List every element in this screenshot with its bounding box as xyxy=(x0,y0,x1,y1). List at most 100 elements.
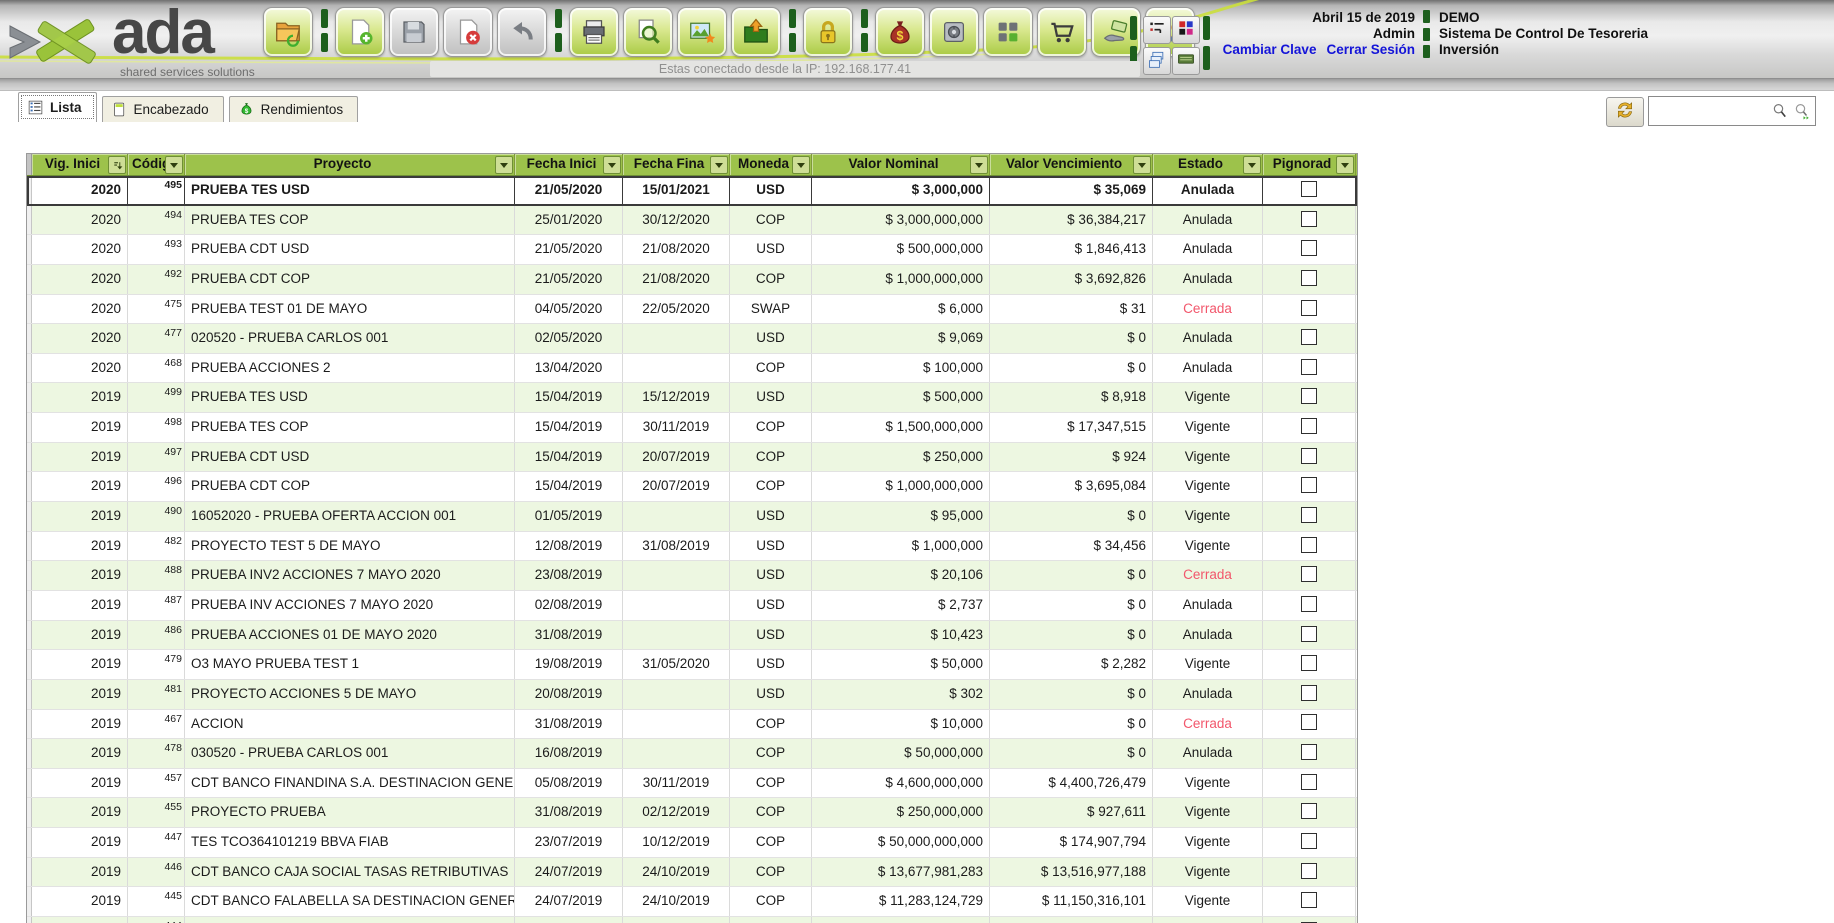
toolbar-delete-document-button[interactable] xyxy=(443,7,493,57)
toolbar-import-folder-button[interactable] xyxy=(731,7,781,57)
pignorado-checkbox[interactable] xyxy=(1301,566,1317,582)
table-row[interactable]: 2019455PROYECTO PRUEBA31/08/201902/12/20… xyxy=(27,798,1357,828)
table-row[interactable]: 201949016052020 - PRUEBA OFERTA ACCION 0… xyxy=(27,502,1357,532)
pignorado-checkbox[interactable] xyxy=(1301,477,1317,493)
column-header-fecha_fin[interactable]: Fecha Fina xyxy=(623,154,730,175)
pignorado-checkbox[interactable] xyxy=(1301,359,1317,375)
table-row[interactable]: 2020493PRUEBA CDT USD21/05/202021/08/202… xyxy=(27,235,1357,265)
pignorado-checkbox[interactable] xyxy=(1301,863,1317,879)
pignorado-checkbox[interactable] xyxy=(1301,714,1317,730)
pignorado-checkbox[interactable] xyxy=(1301,270,1317,286)
pignorado-checkbox[interactable] xyxy=(1301,240,1317,256)
column-header-estado[interactable]: Estado xyxy=(1153,154,1263,175)
pignorado-checkbox[interactable] xyxy=(1301,655,1317,671)
filter-dropdown-button[interactable] xyxy=(1336,156,1354,174)
filter-dropdown-button[interactable] xyxy=(1133,156,1151,174)
toolbar-export-image-button[interactable] xyxy=(677,7,727,57)
table-row[interactable]: 2019486PRUEBA ACCIONES 01 DE MAYO 202031… xyxy=(27,621,1357,651)
toolbar-safe-button[interactable] xyxy=(929,7,979,57)
column-header-proyecto[interactable]: Proyecto xyxy=(185,154,515,175)
tab-encabezado[interactable]: Encabezado xyxy=(102,96,224,122)
filter-dropdown-button[interactable] xyxy=(603,156,621,174)
pignorado-checkbox[interactable] xyxy=(1301,803,1317,819)
pignorado-checkbox[interactable] xyxy=(1301,507,1317,523)
pignorado-checkbox[interactable] xyxy=(1301,211,1317,227)
table-row[interactable]: 2019488PRUEBA INV2 ACCIONES 7 MAYO 20202… xyxy=(27,561,1357,591)
column-header-valor_vencimiento[interactable]: Valor Vencimiento xyxy=(990,154,1153,175)
search-input[interactable] xyxy=(1649,100,1771,122)
column-header-vig[interactable]: Vig. Inici xyxy=(32,154,128,175)
filter-dropdown-button[interactable] xyxy=(1243,156,1261,174)
table-row[interactable]: 2019444CDT BANCO ITAU FIAB24/07/201924/1… xyxy=(27,917,1357,923)
column-header-pignorado[interactable]: Pignorad xyxy=(1263,154,1356,175)
table-row[interactable]: 2019457CDT BANCO FINANDINA S.A. DESTINAC… xyxy=(27,769,1357,799)
filter-dropdown-button[interactable] xyxy=(792,156,810,174)
table-row[interactable]: 2019499PRUEBA TES USD15/04/201915/12/201… xyxy=(27,383,1357,413)
table-row[interactable]: 2020477020520 - PRUEBA CARLOS 00102/05/2… xyxy=(27,324,1357,354)
pignorado-checkbox[interactable] xyxy=(1301,626,1317,642)
pignorado-checkbox[interactable] xyxy=(1301,329,1317,345)
pignorado-checkbox[interactable] xyxy=(1301,774,1317,790)
table-row[interactable]: 2019497PRUEBA CDT USD15/04/201920/07/201… xyxy=(27,443,1357,473)
toolbar-print-button[interactable] xyxy=(569,7,619,57)
toolbar-separator xyxy=(320,9,329,57)
table-row[interactable]: 2019447TES TCO364101219 BBVA FIAB23/07/2… xyxy=(27,828,1357,858)
pignorado-checkbox[interactable] xyxy=(1301,418,1317,434)
column-header-fecha_inicio[interactable]: Fecha Inici xyxy=(515,154,623,175)
toolbar-shopping-cart-button[interactable] xyxy=(1037,7,1087,57)
refresh-button[interactable] xyxy=(1606,97,1644,127)
column-header-codigo[interactable]: Códig xyxy=(128,154,185,175)
column-header-moneda[interactable]: Moneda xyxy=(730,154,812,175)
separator-band xyxy=(0,79,1834,91)
pignorado-checkbox[interactable] xyxy=(1301,300,1317,316)
pignorado-checkbox[interactable] xyxy=(1301,388,1317,404)
table-row[interactable]: 2019482PROYECTO TEST 5 DE MAYO12/08/2019… xyxy=(27,532,1357,562)
toolbar-save-button[interactable] xyxy=(389,7,439,57)
toolbar-print-preview-button[interactable] xyxy=(623,7,673,57)
filter-dropdown-button[interactable] xyxy=(970,156,988,174)
column-header-valor_nominal[interactable]: Valor Nominal xyxy=(812,154,990,175)
table-row[interactable]: 2019481PROYECTO ACCIONES 5 DE MAYO20/08/… xyxy=(27,680,1357,710)
row-settings-button[interactable] xyxy=(1143,16,1171,44)
search-next-icon[interactable] xyxy=(1793,102,1811,120)
cascade-windows-button[interactable] xyxy=(1143,47,1171,75)
keyboard-card-button[interactable] xyxy=(1172,47,1200,75)
tab-lista[interactable]: Lista xyxy=(18,92,97,122)
toolbar-undo-button[interactable] xyxy=(497,7,547,57)
logout-link[interactable]: Cerrar Sesión xyxy=(1326,42,1415,57)
table-row[interactable]: 2019487PRUEBA INV ACCIONES 7 MAYO 202002… xyxy=(27,591,1357,621)
tab-rendimientos[interactable]: $Rendimientos xyxy=(229,96,359,122)
search-icon[interactable] xyxy=(1771,102,1789,120)
pignorado-checkbox[interactable] xyxy=(1301,685,1317,701)
change-password-link[interactable]: Cambiar Clave xyxy=(1223,42,1317,57)
toolbar-blocks-button[interactable] xyxy=(983,7,1033,57)
pignorado-checkbox[interactable] xyxy=(1301,744,1317,760)
table-row[interactable]: 2019498PRUEBA TES COP15/04/201930/11/201… xyxy=(27,413,1357,443)
table-row[interactable]: 2019445CDT BANCO FALABELLA SA DESTINACIO… xyxy=(27,887,1357,917)
pignorado-checkbox[interactable] xyxy=(1301,892,1317,908)
table-row[interactable]: 2020468PRUEBA ACCIONES 213/04/2020COP$ 1… xyxy=(27,354,1357,384)
toolbar-open-folder-button[interactable] xyxy=(263,7,313,57)
pignorado-checkbox[interactable] xyxy=(1301,537,1317,553)
pignorado-checkbox[interactable] xyxy=(1301,448,1317,464)
table-row[interactable]: 2019478030520 - PRUEBA CARLOS 00116/08/2… xyxy=(27,739,1357,769)
table-row[interactable]: 2020494PRUEBA TES COP25/01/202030/12/202… xyxy=(27,206,1357,236)
table-row[interactable]: 2019496PRUEBA CDT COP15/04/201920/07/201… xyxy=(27,472,1357,502)
table-row[interactable]: 2020495PRUEBA TES USD21/05/202015/01/202… xyxy=(27,176,1357,206)
table-row[interactable]: 2019467ACCION31/08/2019COP$ 10,000$ 0Cer… xyxy=(27,710,1357,740)
pignorado-checkbox[interactable] xyxy=(1301,833,1317,849)
table-row[interactable]: 2020492PRUEBA CDT COP21/05/202021/08/202… xyxy=(27,265,1357,295)
table-row[interactable]: 2020475PRUEBA TEST 01 DE MAYO04/05/20202… xyxy=(27,295,1357,325)
filter-dropdown-button[interactable] xyxy=(710,156,728,174)
filter-dropdown-button[interactable] xyxy=(495,156,513,174)
table-row[interactable]: 2019479O3 MAYO PRUEBA TEST 119/08/201931… xyxy=(27,650,1357,680)
pignorado-checkbox[interactable] xyxy=(1301,181,1317,197)
table-row[interactable]: 2019446CDT BANCO CAJA SOCIAL TASAS RETRI… xyxy=(27,858,1357,888)
toolbar-lock-button[interactable] xyxy=(803,7,853,57)
filter-dropdown-button[interactable] xyxy=(165,156,183,174)
toolbar-money-bag-button[interactable]: $ xyxy=(875,7,925,57)
pignorado-checkbox[interactable] xyxy=(1301,596,1317,612)
sort-indicator-button[interactable] xyxy=(108,156,126,174)
toolbar-new-document-button[interactable] xyxy=(335,7,385,57)
theme-colors-button[interactable] xyxy=(1172,16,1200,44)
